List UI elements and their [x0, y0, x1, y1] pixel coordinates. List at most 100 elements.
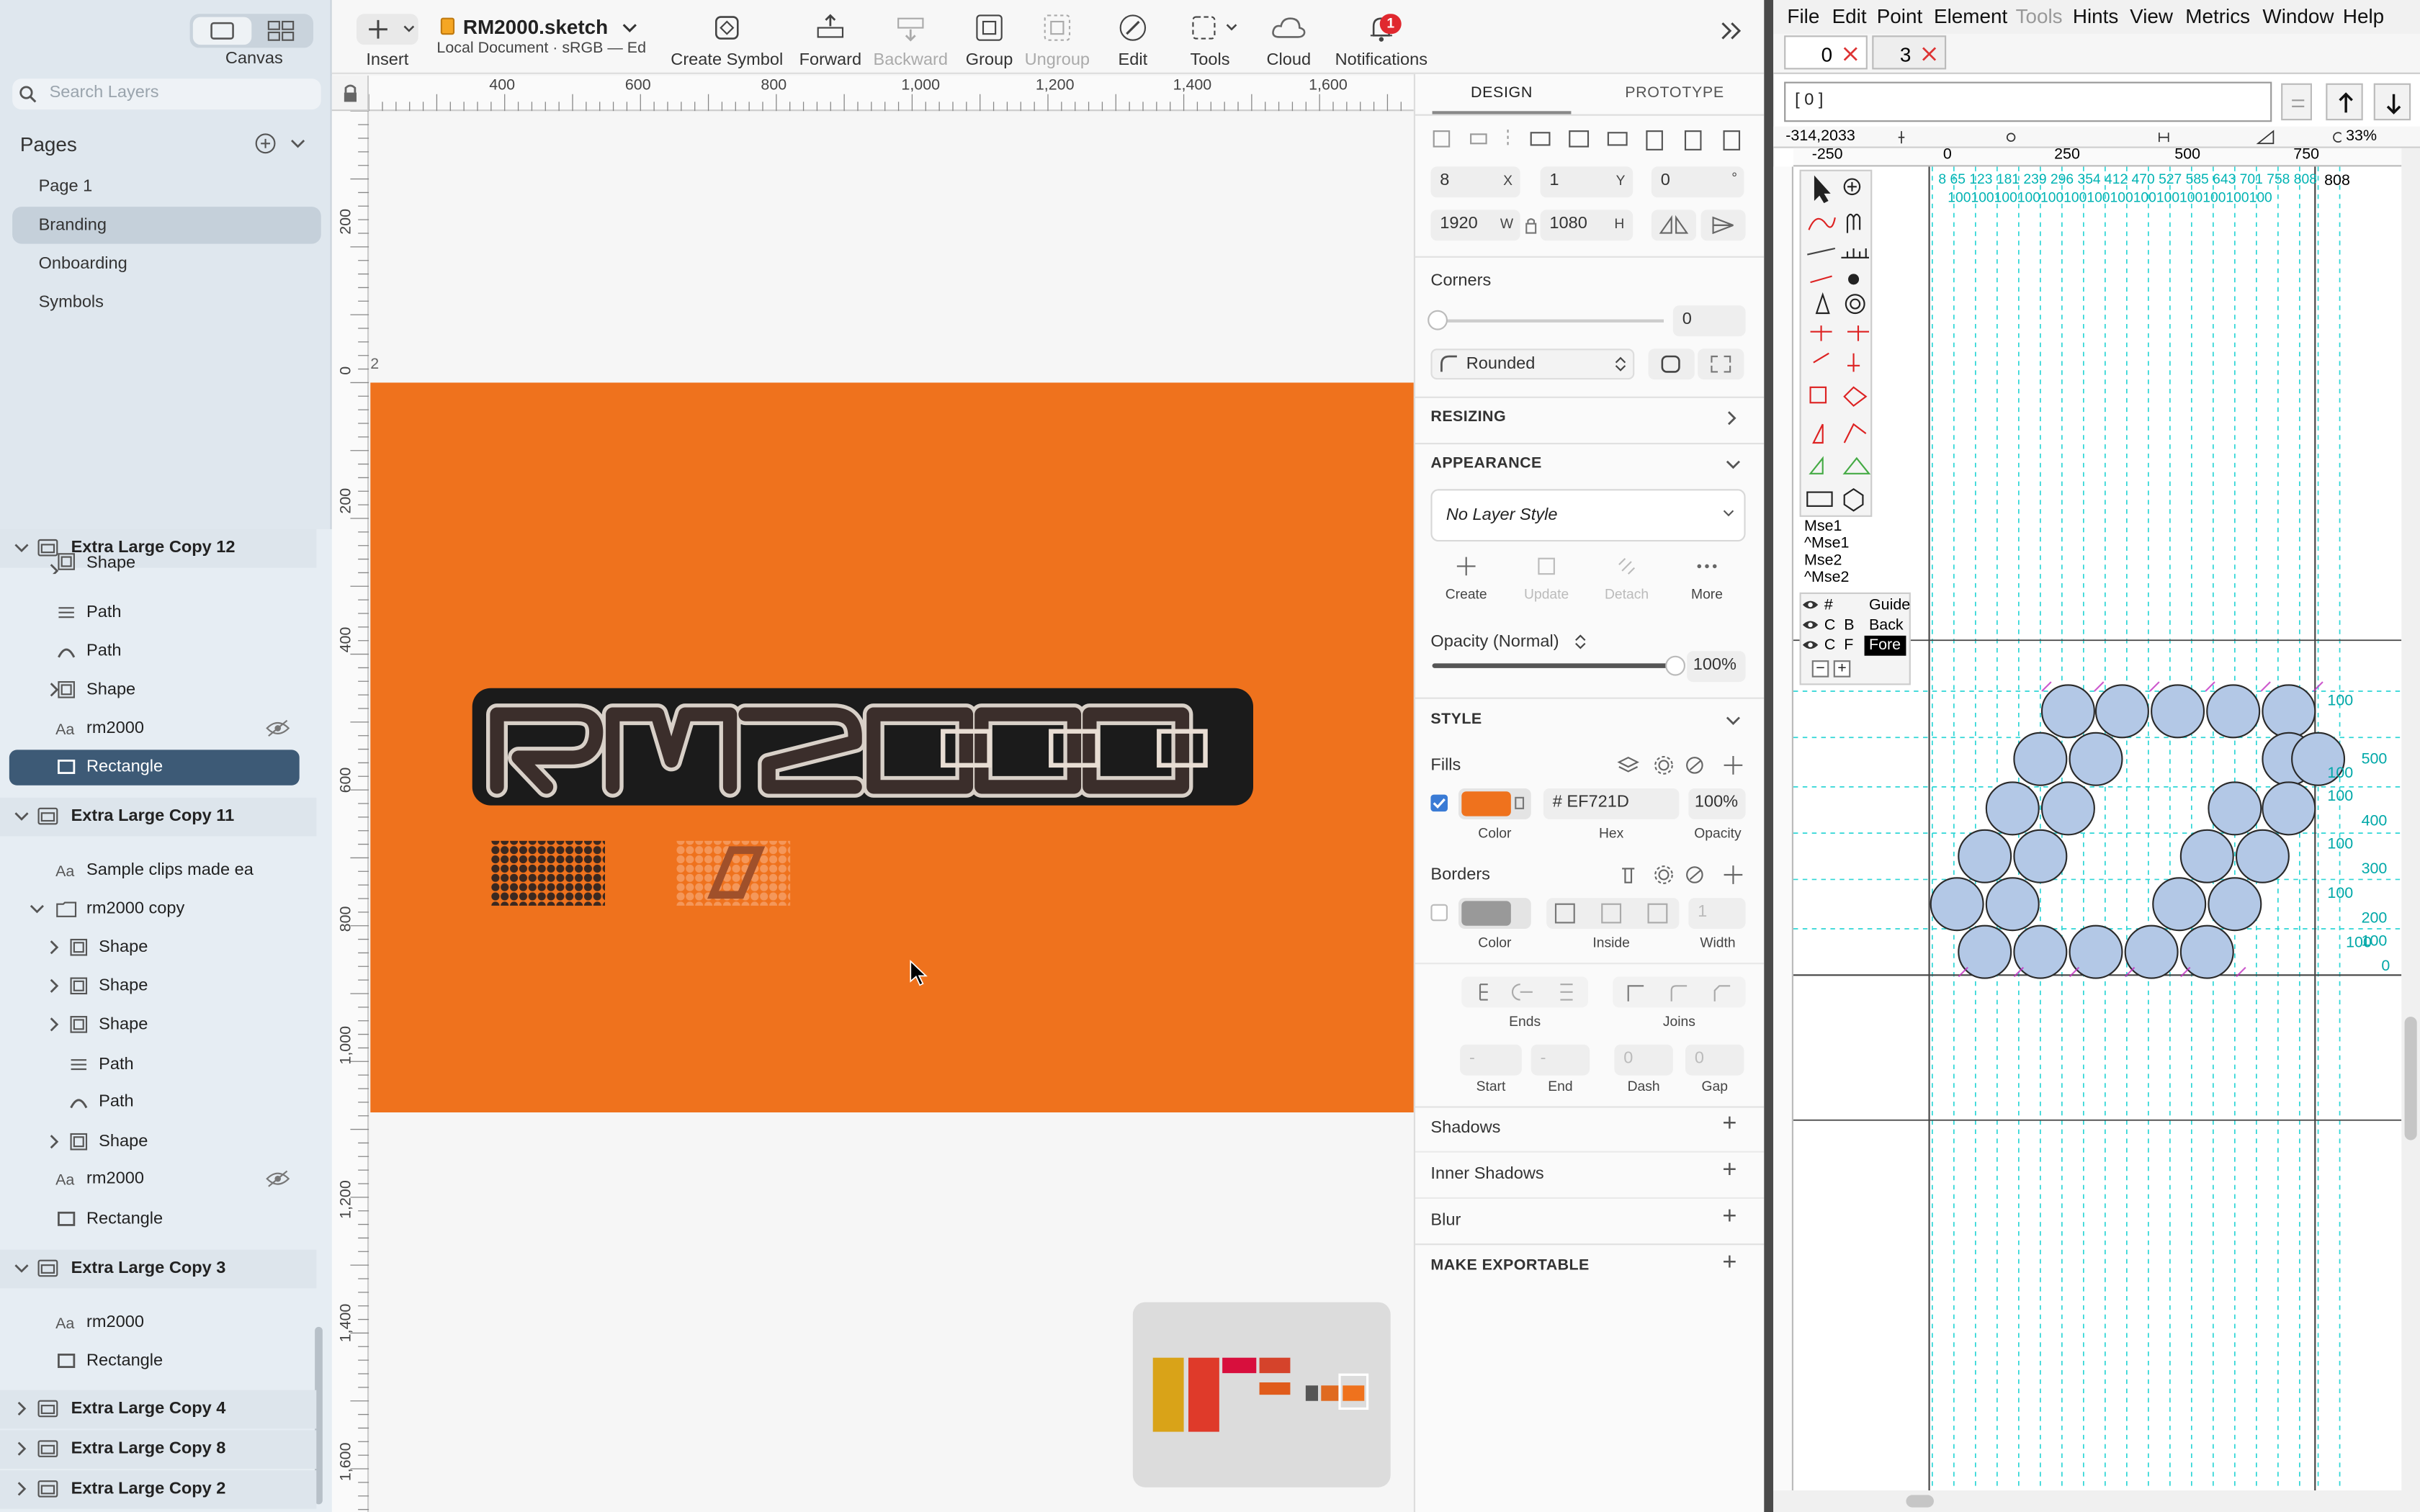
search-layers-input[interactable]: Search Layers	[12, 78, 321, 110]
prev-glyph-button[interactable]	[2326, 83, 2363, 121]
layer-row[interactable]: rm2000 copy	[0, 890, 316, 929]
menu-tools[interactable]: Tools	[2016, 4, 2063, 27]
layer-name[interactable]: Fore	[1864, 635, 1906, 656]
remove-layer-button[interactable]: −	[1811, 660, 1829, 678]
menu-file[interactable]: File	[1787, 4, 1819, 27]
notifications-button[interactable]: 1 Notifications	[1330, 0, 1432, 74]
fills-actions[interactable]	[1616, 755, 1746, 776]
chevron-right-icon[interactable]	[14, 1478, 29, 1500]
flip-vertical-button[interactable]	[1700, 210, 1746, 241]
glyph-tab-3[interactable]: 3	[1872, 35, 1947, 70]
appearance-section[interactable]: APPEARANCE	[1430, 455, 1541, 472]
corners-slider[interactable]	[1436, 319, 1664, 323]
canvas-minimap[interactable]	[1132, 1302, 1391, 1488]
menu-metrics[interactable]: Metrics	[2185, 4, 2250, 27]
arrow-end-select[interactable]: -	[1531, 1044, 1590, 1076]
fit-corners-button[interactable]	[1698, 348, 1744, 380]
menu-window[interactable]: Window	[2262, 4, 2334, 27]
tab-prototype[interactable]: PROTOTYPE	[1590, 74, 1760, 114]
border-width-input[interactable]: 1	[1688, 898, 1746, 929]
menu-edit[interactable]: Edit	[1832, 4, 1867, 27]
layer-row[interactable]: Rectangle	[0, 1200, 316, 1239]
glyph-input[interactable]: [ 0 ]	[1784, 81, 2272, 122]
align-toolbar[interactable]	[1429, 127, 1747, 151]
style-section[interactable]: STYLE	[1430, 711, 1482, 729]
chevron-down-icon[interactable]	[1726, 714, 1741, 726]
page-item[interactable]: Onboarding	[12, 246, 321, 282]
fill-hex-input[interactable]: # EF721D	[1543, 788, 1680, 819]
layer-row[interactable]: Shape	[0, 968, 316, 1007]
rm2000-logo[interactable]	[370, 382, 1414, 1112]
layer-row[interactable]: Path	[0, 594, 316, 633]
border-enabled-checkbox[interactable]	[1430, 904, 1448, 922]
tools-button[interactable]: Tools	[1176, 0, 1244, 74]
resizing-section[interactable]: RESIZING	[1430, 409, 1506, 426]
layer-group[interactable]: Extra Large Copy 2	[0, 1470, 317, 1509]
canvas-single-icon[interactable]	[192, 17, 252, 45]
line-ends-control[interactable]	[1461, 976, 1588, 1008]
detach-style-icon[interactable]	[1616, 555, 1638, 577]
layer-row[interactable]: Shape	[0, 1006, 316, 1045]
artboard-title[interactable]: 2	[370, 356, 379, 374]
chevron-right-icon[interactable]	[46, 1131, 61, 1153]
chevron-down-icon[interactable]	[14, 806, 29, 827]
close-icon[interactable]	[1922, 46, 1937, 61]
layer-row[interactable]: Shape	[0, 1123, 316, 1162]
stepper-icon[interactable]	[1574, 633, 1587, 652]
horizontal-ruler[interactable]	[369, 76, 1414, 112]
edit-button[interactable]: Edit	[1105, 0, 1160, 74]
layer-row[interactable]: Shape	[0, 552, 316, 575]
layer-row[interactable]: Aa rm2000	[0, 1160, 316, 1199]
menu-view[interactable]: View	[2130, 4, 2173, 27]
vertical-ruler[interactable]	[331, 111, 369, 1512]
layer-row[interactable]: Shape	[0, 929, 316, 968]
rotation-input[interactable]: 0	[1651, 166, 1744, 198]
chevron-down-icon[interactable]	[290, 138, 305, 150]
chevron-right-icon[interactable]	[46, 937, 61, 958]
layer-group[interactable]: Extra Large Copy 4	[0, 1390, 317, 1429]
fontforge-h-scrollbar[interactable]	[1773, 1490, 2420, 1512]
double-chevron-right-icon[interactable]	[1719, 20, 1744, 42]
add-layer-button[interactable]: +	[1833, 660, 1851, 678]
chevron-down-icon[interactable]	[30, 898, 45, 919]
chevron-right-icon[interactable]	[14, 1438, 29, 1459]
lock-ratio-icon[interactable]	[1523, 216, 1538, 235]
chevron-right-icon[interactable]	[1726, 410, 1738, 426]
add-export-icon[interactable]: +	[1722, 1250, 1736, 1278]
chevron-down-icon[interactable]	[1726, 458, 1741, 470]
next-glyph-button[interactable]	[2373, 83, 2411, 121]
layer-name[interactable]: Back	[1865, 616, 1909, 636]
add-shadow-icon[interactable]: +	[1722, 1111, 1736, 1139]
arrow-start-select[interactable]: -	[1460, 1044, 1522, 1076]
flip-horizontal-button[interactable]	[1651, 210, 1696, 241]
add-page-icon[interactable]	[255, 132, 277, 154]
create-symbol-button[interactable]: Create Symbol	[667, 0, 787, 74]
menu-hints[interactable]: Hints	[2073, 4, 2118, 27]
insert-button[interactable]: Insert	[352, 0, 424, 74]
layer-row[interactable]: Rectangle	[0, 748, 316, 787]
layer-row[interactable]: Shape	[0, 671, 316, 710]
layer-name[interactable]: Guide	[1865, 595, 1915, 616]
glyph-options-button[interactable]	[2281, 83, 2312, 121]
create-style-icon[interactable]	[1456, 555, 1477, 577]
layer-row[interactable]: Rectangle	[0, 1342, 316, 1381]
smooth-corners-button[interactable]	[1648, 348, 1695, 380]
opacity-slider-thumb[interactable]	[1665, 655, 1685, 676]
layer-group[interactable]: Extra Large Copy 11	[0, 797, 317, 837]
layer-row[interactable]: Path	[0, 1046, 316, 1085]
group-button[interactable]: Group	[960, 0, 1018, 74]
canvas-view-toggle[interactable]	[189, 14, 313, 48]
line-joins-control[interactable]	[1613, 976, 1746, 1008]
backward-button[interactable]: Backward	[867, 0, 954, 74]
layer-row[interactable]: Aa rm2000	[0, 1304, 316, 1343]
opacity-slider[interactable]	[1432, 663, 1677, 668]
layer-group[interactable]: Extra Large Copy 8	[0, 1430, 317, 1469]
chevron-right-icon[interactable]	[14, 1398, 29, 1419]
page-item[interactable]: Branding	[12, 207, 321, 244]
menu-help[interactable]: Help	[2343, 4, 2384, 27]
cloud-button[interactable]: Cloud	[1258, 0, 1319, 74]
corner-style-select[interactable]: Rounded	[1430, 348, 1635, 380]
chevron-down-icon[interactable]	[622, 22, 637, 34]
layer-group[interactable]: Extra Large Copy 3	[0, 1249, 317, 1289]
hidden-eye-icon[interactable]	[266, 717, 290, 739]
